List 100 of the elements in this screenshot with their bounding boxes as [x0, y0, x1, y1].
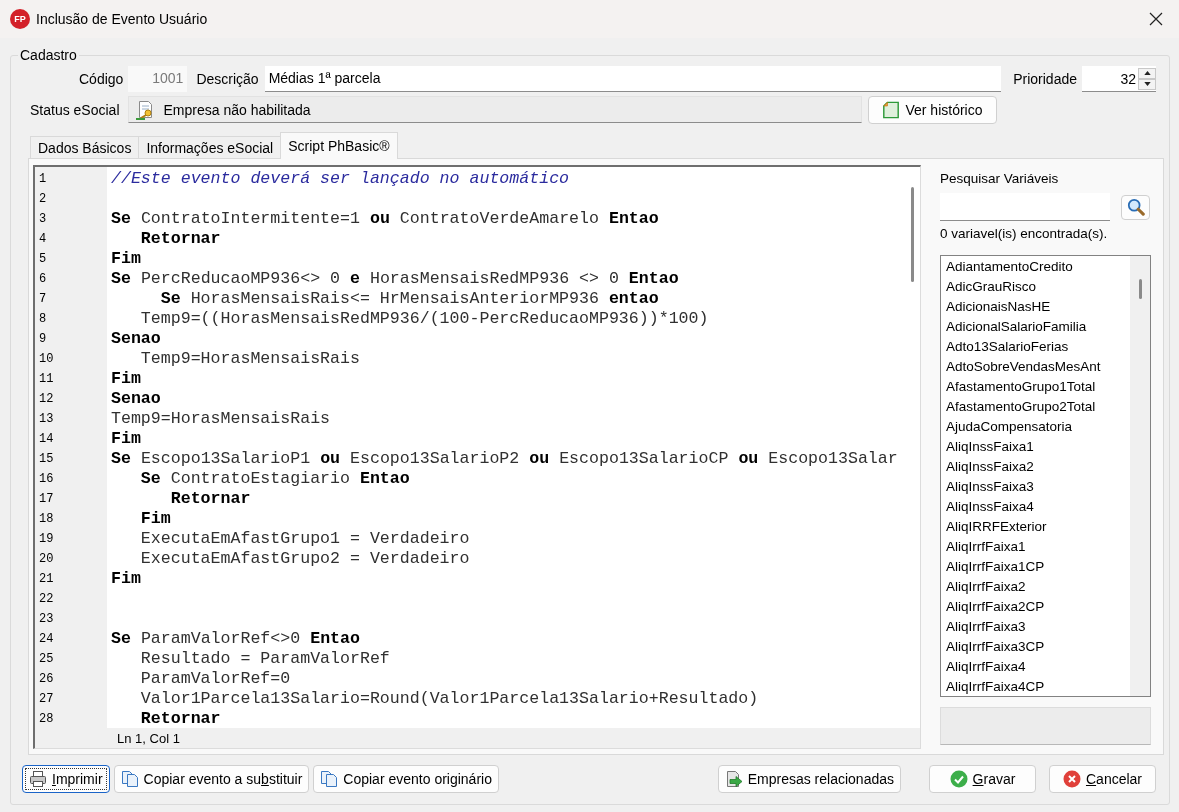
variable-list[interactable] [940, 255, 1151, 697]
copy-icon [320, 770, 339, 788]
variable-item[interactable]: Adto13SalarioFerias [945, 337, 1070, 357]
variable-item[interactable]: AliqInssFaixa3 [945, 477, 1035, 497]
priority-spinner[interactable]: 32 [1082, 66, 1156, 92]
variable-item[interactable]: AliqInssFaixa4 [945, 497, 1035, 517]
variable-item[interactable]: AliqIrrfFaixa1CP [945, 557, 1046, 577]
result-count: 0 variavel(is) encontrada(s). [940, 225, 1108, 243]
variable-item[interactable]: AliqIrrfFaixa1 [945, 537, 1027, 557]
variable-item[interactable]: AliqIrrfFaixa2CP [945, 597, 1046, 617]
search-field[interactable] [940, 193, 1110, 221]
tab[interactable]: Dados Básicos [30, 136, 140, 158]
line-number: 13 [38, 411, 54, 428]
code-line: ExecutaEmAfastGrupo1 = Verdadeiro [140, 529, 470, 549]
line-number: 25 [38, 651, 54, 668]
line-number: 16 [38, 471, 54, 488]
code-line: ExecutaEmAfastGrupo2 = Verdadeiro [140, 549, 470, 569]
variable-item[interactable]: AliqIrrfFaixa3 [945, 617, 1027, 637]
field-label: Descrição [196, 71, 259, 87]
line-number: 10 [38, 351, 54, 368]
window-title: Inclusão de Evento Usuário [36, 11, 208, 27]
variable-item[interactable]: AliqInssFaixa1 [945, 437, 1035, 457]
close-icon [1149, 12, 1163, 26]
print-button[interactable]: Imprimir [22, 765, 110, 793]
app-logo: FP [10, 9, 30, 29]
variable-item[interactable]: AliqIrrfFaixa3CP [945, 637, 1046, 657]
field-label: Status eSocial [30, 101, 120, 118]
line-number: 8 [38, 311, 47, 328]
scrollbar-track[interactable] [1130, 256, 1150, 696]
field-label: Código [79, 71, 124, 87]
line-number: 2 [38, 191, 47, 208]
variable-item[interactable]: AliqInssFaixa2 [945, 457, 1035, 477]
document-key-icon [134, 99, 155, 120]
line-number: 27 [38, 691, 54, 708]
code-line: Se Escopo13SalarioP1 ou Escopo13SalarioP2 ou Escopo13SalarioCP ou Escopo13Salar [111, 449, 898, 469]
line-number: 19 [38, 531, 54, 548]
code-line: Fim [111, 249, 141, 269]
scroll-thumb[interactable] [1139, 279, 1142, 299]
code-comment: //Este evento deverá ser lançado no automático [111, 169, 570, 189]
scroll-thumb[interactable] [911, 187, 914, 282]
line-number: 9 [38, 331, 47, 348]
code-line: Temp9=HorasMensaisRais [111, 409, 331, 429]
search-button[interactable] [1121, 194, 1150, 220]
line-number: 15 [38, 451, 54, 468]
companies-button[interactable]: Empresas relacionadas [717, 765, 901, 793]
code-line: Senao [111, 389, 161, 409]
history-button[interactable]: Ver histórico [868, 95, 997, 124]
cancel-button[interactable]: Cancelar [1049, 765, 1156, 793]
variable-item[interactable]: AdicionalSalarioFamilia [945, 317, 1088, 337]
line-number: 4 [38, 231, 47, 248]
variable-item[interactable]: AliqIrrfFaixa4 [945, 657, 1027, 677]
line-number: 24 [38, 631, 54, 648]
description-field[interactable]: Médias 1ª parcela [264, 66, 1002, 92]
code-line: Fim [111, 569, 141, 589]
variable-item[interactable]: AfastamentoGrupo1Total [945, 377, 1097, 397]
cancel-icon [1062, 770, 1081, 788]
cursor-position: Ln 1, Col 1 [117, 730, 180, 746]
line-number: 23 [38, 611, 54, 628]
variable-item[interactable]: AjudaCompensatoria [945, 417, 1074, 437]
group-label: Cadastro [19, 47, 78, 64]
line-number: 21 [38, 571, 54, 588]
line-number: 7 [38, 291, 47, 308]
line-number: 5 [38, 251, 47, 268]
copy-button[interactable]: Copiar evento originário [313, 765, 499, 793]
line-number: 20 [38, 551, 54, 568]
line-number: 14 [38, 431, 54, 448]
code-line: Resultado = ParamValorRef [140, 649, 390, 669]
line-number: 6 [38, 271, 47, 288]
variable-item[interactable]: AdiantamentoCredito [945, 257, 1074, 277]
variable-item[interactable]: AdtoSobreVendasMesAnt [945, 357, 1102, 377]
printer-icon [29, 770, 47, 788]
code-line: Senao [111, 329, 161, 349]
code-line: Se ContratoEstagiario Entao [140, 469, 410, 489]
status-text: Empresa não habilitada [163, 101, 311, 118]
spin-up-button[interactable] [1138, 67, 1156, 79]
spin-down-button[interactable] [1138, 78, 1156, 90]
tab[interactable]: Script PhBasic® [280, 132, 398, 159]
code-line: Temp9=HorasMensaisRais [140, 349, 360, 369]
line-number: 26 [38, 671, 54, 688]
code-field[interactable]: 1001 [128, 66, 188, 92]
copy-button[interactable]: Copiar evento a substituir [113, 765, 310, 793]
variable-item[interactable]: AliqIRRFExterior [945, 517, 1048, 537]
code-line: Retornar [170, 489, 251, 509]
code-line: Se PercReducaoMP936<> 0 e HorasMensaisRedMP936 <> 0 Entao [111, 269, 679, 289]
document-arrow-icon [724, 770, 743, 788]
variable-item[interactable]: AdicionaisNasHE [945, 297, 1052, 317]
code-editor[interactable] [33, 165, 921, 749]
code-line: ParamValorRef=0 [140, 669, 291, 689]
line-number: 11 [38, 371, 54, 388]
save-button[interactable]: Gravar [929, 765, 1036, 793]
variable-item[interactable]: AliqIrrfFaixa4CP [945, 677, 1046, 696]
line-number: 28 [38, 711, 54, 728]
variable-item[interactable]: AliqIrrfFaixa2 [945, 577, 1027, 597]
line-number: 12 [38, 391, 54, 408]
variable-item[interactable]: AfastamentoGrupo2Total [945, 397, 1097, 417]
tab[interactable]: Informações eSocial [138, 136, 282, 158]
line-number: 22 [38, 591, 54, 608]
code-line: Valor1Parcela13Salario=Round(Valor1Parcela13Salario+Resultado) [140, 689, 759, 709]
variable-item[interactable]: AdicGrauRisco [945, 277, 1038, 297]
check-icon [949, 770, 968, 788]
